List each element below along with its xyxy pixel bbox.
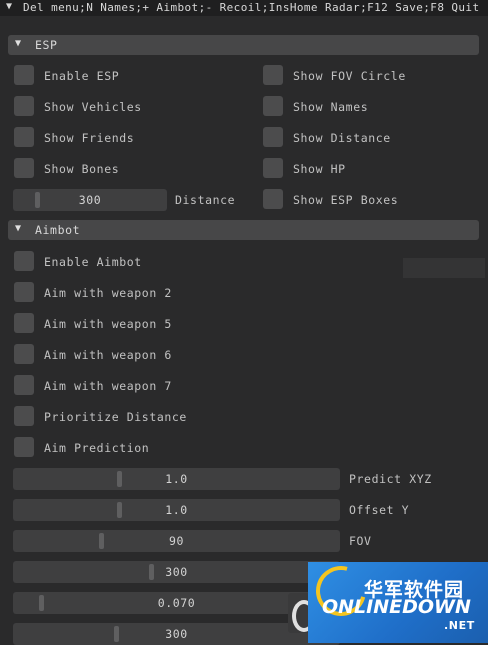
enable-esp-checkbox[interactable] <box>14 65 34 85</box>
enable-aimbot-label: Enable Aimbot <box>44 255 142 269</box>
watermark-logo: 华军软件园 ONLINEDOWN .NET <box>308 562 488 643</box>
show-names-label: Show Names <box>293 100 369 114</box>
window-title: Del menu;N Names;+ Aimbot;- Recoil;InsHo… <box>23 1 480 14</box>
show-names-checkbox[interactable] <box>263 96 283 116</box>
aim-prediction-checkbox[interactable] <box>14 437 34 457</box>
fov-slider[interactable]: 90 <box>13 530 340 552</box>
slider-value: 1.0 <box>165 503 188 517</box>
prioritize-distance-checkbox[interactable] <box>14 406 34 426</box>
collapse-arrow-icon: ▼ <box>15 38 22 49</box>
slider-value: 1.0 <box>165 472 188 486</box>
aim-prediction-label: Aim Prediction <box>44 441 150 455</box>
show-esp-boxes-checkbox[interactable] <box>263 189 283 209</box>
show-fov-circle-label: Show FOV Circle <box>293 69 406 83</box>
watermark-suffix-text: .NET <box>444 619 475 632</box>
show-hp-checkbox[interactable] <box>263 158 283 178</box>
show-bones-label: Show Bones <box>44 162 120 176</box>
esp-section-header[interactable]: ▼ ESP <box>8 35 479 55</box>
aim-weapon-7-label: Aim with weapon 7 <box>44 379 172 393</box>
show-esp-boxes-label: Show ESP Boxes <box>293 193 399 207</box>
distance-slider-label: Distance <box>175 193 236 207</box>
aim-weapon-6-label: Aim with weapon 6 <box>44 348 172 362</box>
offset-y-label: Offset Y <box>349 503 410 517</box>
aimbot-header-label: Aimbot <box>35 223 81 237</box>
aim-weapon-2-label: Aim with weapon 2 <box>44 286 172 300</box>
show-hp-label: Show HP <box>293 162 346 176</box>
show-vehicles-checkbox[interactable] <box>14 96 34 116</box>
aim-weapon-5-label: Aim with weapon 5 <box>44 317 172 331</box>
predict-xyz-label: Predict XYZ <box>349 472 432 486</box>
aimbot-section-header[interactable]: ▼ Aimbot <box>8 220 479 240</box>
aimbot-slider-4[interactable]: 300 <box>13 561 340 583</box>
show-fov-circle-checkbox[interactable] <box>263 65 283 85</box>
predict-xyz-slider[interactable]: 1.0 <box>13 468 340 490</box>
enable-aimbot-checkbox[interactable] <box>14 251 34 271</box>
aim-weapon-6-checkbox[interactable] <box>14 344 34 364</box>
show-bones-checkbox[interactable] <box>14 158 34 178</box>
slider-value: 300 <box>78 193 102 207</box>
esp-header-label: ESP <box>35 38 58 52</box>
offset-y-slider[interactable]: 1.0 <box>13 499 340 521</box>
faded-overlay-box <box>403 258 485 278</box>
show-friends-label: Show Friends <box>44 131 135 145</box>
window-titlebar: ▼ Del menu;N Names;+ Aimbot;- Recoil;Ins… <box>0 0 488 16</box>
prioritize-distance-label: Prioritize Distance <box>44 410 187 424</box>
loading-spinner-icon <box>288 593 316 633</box>
distance-slider[interactable]: 300 <box>13 189 167 211</box>
show-vehicles-label: Show Vehicles <box>44 100 142 114</box>
collapse-arrow-icon: ▼ <box>15 223 22 234</box>
enable-esp-label: Enable ESP <box>44 69 120 83</box>
slider-value: 300 <box>165 565 188 579</box>
aim-weapon-5-checkbox[interactable] <box>14 313 34 333</box>
watermark-brand-text: ONLINEDOWN <box>322 596 471 618</box>
show-distance-checkbox[interactable] <box>263 127 283 147</box>
aim-weapon-2-checkbox[interactable] <box>14 282 34 302</box>
show-distance-label: Show Distance <box>293 131 391 145</box>
slider-value: 90 <box>168 534 185 548</box>
collapse-arrow-icon[interactable]: ▼ <box>6 1 13 12</box>
aim-weapon-7-checkbox[interactable] <box>14 375 34 395</box>
fov-label: FOV <box>349 534 372 548</box>
show-friends-checkbox[interactable] <box>14 127 34 147</box>
